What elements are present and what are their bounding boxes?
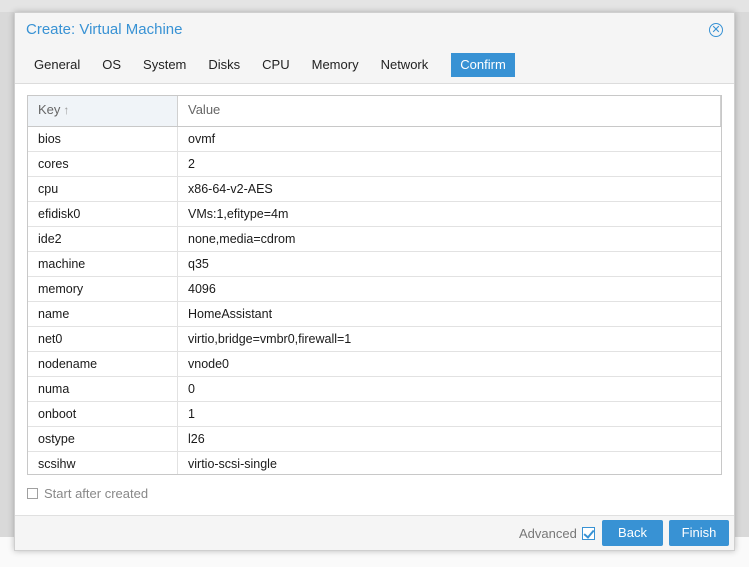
create-vm-dialog: Create: Virtual Machine ✕ General OS Sys…: [14, 12, 735, 551]
table-row[interactable]: cores 2: [28, 152, 721, 177]
tab-cpu[interactable]: CPU: [251, 53, 300, 77]
column-separator: [177, 152, 178, 176]
sort-ascending-icon: ↑: [63, 103, 70, 117]
row-key: memory: [38, 282, 84, 296]
column-separator: [177, 127, 178, 151]
row-value: VMs:1,efitype=4m: [188, 207, 289, 221]
table-row[interactable]: scsihw virtio-scsi-single: [28, 452, 721, 474]
table-row[interactable]: name HomeAssistant: [28, 302, 721, 327]
close-icon[interactable]: ✕: [709, 23, 723, 37]
row-value: l26: [188, 432, 205, 446]
wizard-tabs: General OS System Disks CPU Memory Netwo…: [23, 53, 515, 77]
row-value: 2: [188, 157, 195, 171]
row-key: cores: [38, 157, 69, 171]
row-key: ide2: [38, 232, 62, 246]
background-top: [0, 0, 749, 12]
row-value: ovmf: [188, 132, 216, 146]
column-separator: [177, 202, 178, 226]
row-value: 4096: [188, 282, 216, 296]
table-row[interactable]: memory 4096: [28, 277, 721, 302]
column-separator: [177, 377, 178, 401]
column-separator: [177, 352, 178, 376]
table-row[interactable]: machine q35: [28, 252, 721, 277]
row-value: none,media=cdrom: [188, 232, 296, 246]
row-value: x86-64-v2-AES: [188, 182, 273, 196]
advanced-checkbox[interactable]: [581, 526, 595, 540]
footer-divider: [15, 515, 734, 516]
row-value: 1: [188, 407, 195, 421]
advanced-toggle[interactable]: Advanced: [519, 525, 595, 541]
table-row[interactable]: cpu x86-64-v2-AES: [28, 177, 721, 202]
tab-memory[interactable]: Memory: [301, 53, 370, 77]
column-separator: [177, 402, 178, 426]
back-button[interactable]: Back: [602, 520, 663, 546]
row-value: virtio,bridge=vmbr0,firewall=1: [188, 332, 352, 346]
start-after-created-checkbox[interactable]: [27, 487, 38, 499]
row-value: q35: [188, 257, 209, 271]
table-row[interactable]: efidisk0 VMs:1,efitype=4m: [28, 202, 721, 227]
table-row[interactable]: bios ovmf: [28, 127, 721, 152]
tab-disks[interactable]: Disks: [197, 53, 251, 77]
row-key: bios: [38, 132, 61, 146]
table-row[interactable]: net0 virtio,bridge=vmbr0,firewall=1: [28, 327, 721, 352]
dialog-title: Create: Virtual Machine: [26, 21, 183, 38]
column-separator: [177, 252, 178, 276]
column-header-value[interactable]: Value: [178, 96, 721, 126]
row-key: cpu: [38, 182, 59, 196]
row-value: virtio-scsi-single: [188, 457, 277, 471]
row-key: name: [38, 307, 70, 321]
dialog-titlebar: Create: Virtual Machine ✕: [15, 13, 734, 47]
row-key: numa: [38, 382, 70, 396]
row-key: onboot: [38, 407, 77, 421]
start-after-created-label: Start after created: [44, 485, 149, 501]
tab-system[interactable]: System: [132, 53, 197, 77]
row-value: vnode0: [188, 357, 230, 371]
column-header-key-label: Key: [38, 102, 61, 117]
column-separator: [177, 177, 178, 201]
grid-header: Key ↑ Value: [28, 96, 721, 127]
row-key: machine: [38, 257, 86, 271]
summary-grid: Key ↑ Value bios ovmf cores 2 cpu x86-64-v2-AE…: [27, 95, 722, 475]
table-row[interactable]: numa 0: [28, 377, 721, 402]
column-header-key[interactable]: Key ↑: [28, 96, 178, 126]
row-key: scsihw: [38, 457, 76, 471]
start-after-created-option[interactable]: Start after created: [27, 485, 148, 501]
row-key: nodename: [38, 357, 98, 371]
finish-button[interactable]: Finish: [669, 520, 729, 546]
column-separator: [177, 302, 178, 326]
column-separator: [177, 227, 178, 251]
column-separator: [177, 277, 178, 301]
tab-confirm[interactable]: Confirm: [451, 53, 515, 77]
tab-general[interactable]: General: [23, 53, 91, 77]
row-value: 0: [188, 382, 195, 396]
table-row[interactable]: nodename vnode0: [28, 352, 721, 377]
table-row[interactable]: ostype l26: [28, 427, 721, 452]
row-key: ostype: [38, 432, 75, 446]
confirm-panel: Key ↑ Value bios ovmf cores 2 cpu x86-64-v2-AE…: [15, 84, 734, 515]
column-separator: [177, 427, 178, 451]
column-separator: [177, 452, 178, 474]
row-key: net0: [38, 332, 63, 346]
grid-rows: bios ovmf cores 2 cpu x86-64-v2-AES efidisk0 VM…: [28, 127, 721, 474]
advanced-label: Advanced: [519, 525, 577, 541]
row-value: HomeAssistant: [188, 307, 273, 321]
row-key: efidisk0: [38, 207, 81, 221]
tab-network[interactable]: Network: [370, 53, 440, 77]
column-separator: [177, 327, 178, 351]
tab-os[interactable]: OS: [91, 53, 132, 77]
table-row[interactable]: ide2 none,media=cdrom: [28, 227, 721, 252]
table-row[interactable]: onboot 1: [28, 402, 721, 427]
